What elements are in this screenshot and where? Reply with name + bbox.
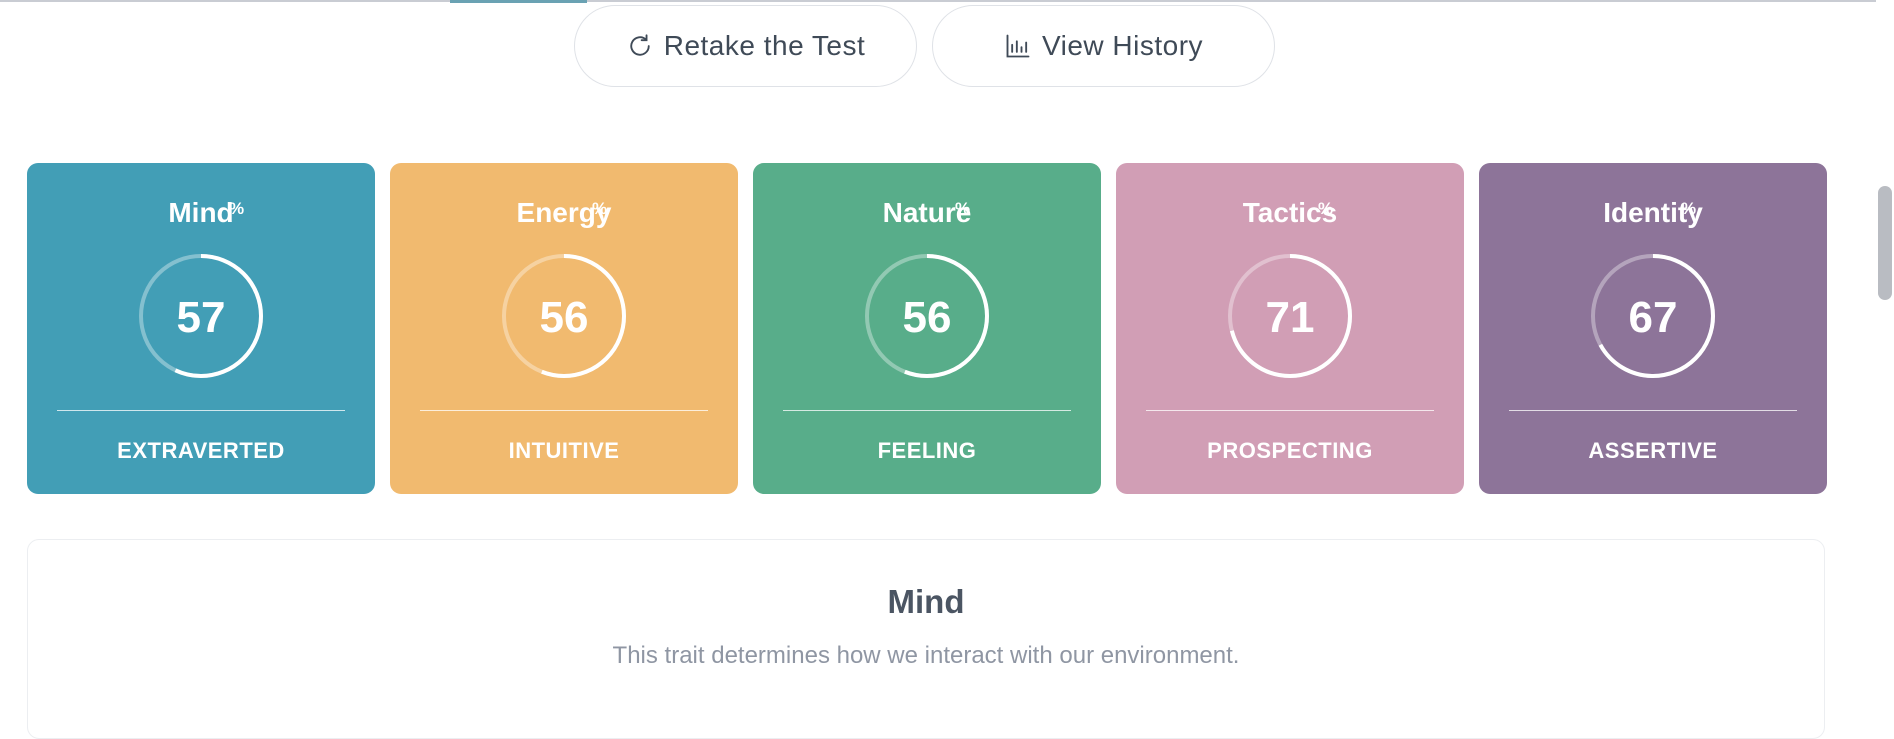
trait-cards: Mind 57 % EXTRAVERTED Energy 56 % INTUIT…: [27, 163, 1827, 494]
percent-sign: %: [955, 199, 971, 218]
trait-title: Energy: [516, 197, 612, 228]
trait-title: Tactics: [1242, 197, 1338, 228]
trait-detail-panel: Mind This trait determines how we intera…: [27, 539, 1825, 739]
trait-card-tactics[interactable]: Tactics 71 % PROSPECTING: [1116, 163, 1464, 494]
trait-card-identity[interactable]: Identity 67 % ASSERTIVE: [1479, 163, 1827, 494]
trait-title: Identity: [1603, 197, 1703, 228]
percent-sign: %: [1318, 199, 1334, 218]
trait-detail-title: Mind: [887, 583, 965, 620]
retake-test-button[interactable]: Retake the Test: [574, 5, 917, 87]
retake-test-label: Retake the Test: [663, 30, 866, 61]
trait-percent: 57: [176, 293, 226, 342]
trait-card-energy[interactable]: Energy 56 % INTUITIVE: [390, 163, 738, 494]
trait-result: EXTRAVERTED: [117, 438, 285, 463]
divider: [420, 410, 708, 411]
trait-result: INTUITIVE: [508, 438, 620, 463]
percent-sign: %: [229, 199, 245, 218]
scrollbar-thumb[interactable]: [1878, 186, 1892, 300]
percent-sign: %: [592, 199, 608, 218]
trait-title: Nature: [882, 197, 972, 228]
divider: [1146, 410, 1434, 411]
trait-detail-description: This trait determines how we interact wi…: [612, 642, 1240, 669]
trait-percent: 56: [902, 293, 952, 342]
action-buttons: Retake the Test View History: [574, 5, 1275, 87]
view-history-label: View History: [1041, 30, 1204, 61]
trait-result: PROSPECTING: [1207, 438, 1373, 463]
divider: [783, 410, 1071, 411]
percent-sign: %: [1681, 199, 1697, 218]
active-tab-indicator: [450, 0, 587, 3]
trait-result: ASSERTIVE: [1588, 438, 1718, 463]
refresh-icon: [630, 34, 650, 56]
top-border: [0, 0, 1876, 2]
view-history-button[interactable]: View History: [932, 5, 1275, 87]
trait-title: Mind: [168, 197, 234, 228]
divider: [57, 410, 345, 411]
trait-percent: 56: [539, 293, 589, 342]
bar-chart-icon: [1006, 34, 1030, 58]
trait-percent: 71: [1265, 293, 1315, 342]
trait-percent: 67: [1628, 293, 1678, 342]
trait-card-nature[interactable]: Nature 56 % FEELING: [753, 163, 1101, 494]
trait-result: FEELING: [877, 438, 977, 463]
trait-card-mind[interactable]: Mind 57 % EXTRAVERTED: [27, 163, 375, 494]
scrollbar[interactable]: [1876, 0, 1894, 709]
divider: [1509, 410, 1797, 411]
